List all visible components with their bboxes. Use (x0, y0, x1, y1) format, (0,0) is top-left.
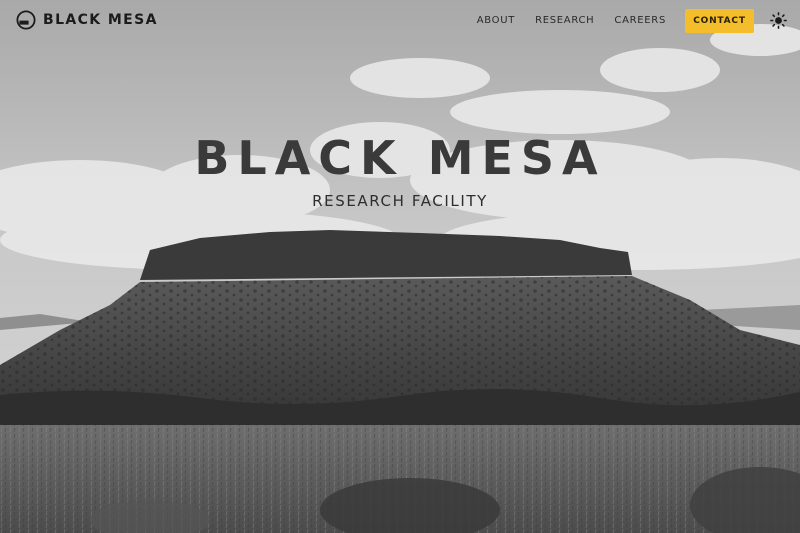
top-navigation: BLACK MESA ABOUT RESEARCH CAREERS CONTAC… (0, 0, 800, 40)
black-mesa-logo-icon (16, 10, 36, 30)
brand-name: BLACK MESA (43, 12, 158, 28)
hero-title: BLACK MESA (194, 131, 606, 185)
hero-section: BLACK MESA ABOUT RESEARCH CAREERS CONTAC… (0, 0, 800, 533)
nav-link-research[interactable]: RESEARCH (535, 14, 594, 28)
contact-button[interactable]: CONTACT (685, 9, 754, 33)
theme-toggle-button[interactable] (770, 12, 787, 29)
hero-background-mesa-landscape (0, 0, 800, 533)
hero-subtitle: RESEARCH FACILITY (312, 192, 488, 210)
brand[interactable]: BLACK MESA (16, 10, 158, 30)
nav-link-about[interactable]: ABOUT (477, 14, 515, 28)
sun-icon (770, 12, 787, 29)
nav-link-careers[interactable]: CAREERS (614, 14, 666, 28)
nav-links: ABOUT RESEARCH CAREERS (477, 14, 666, 28)
